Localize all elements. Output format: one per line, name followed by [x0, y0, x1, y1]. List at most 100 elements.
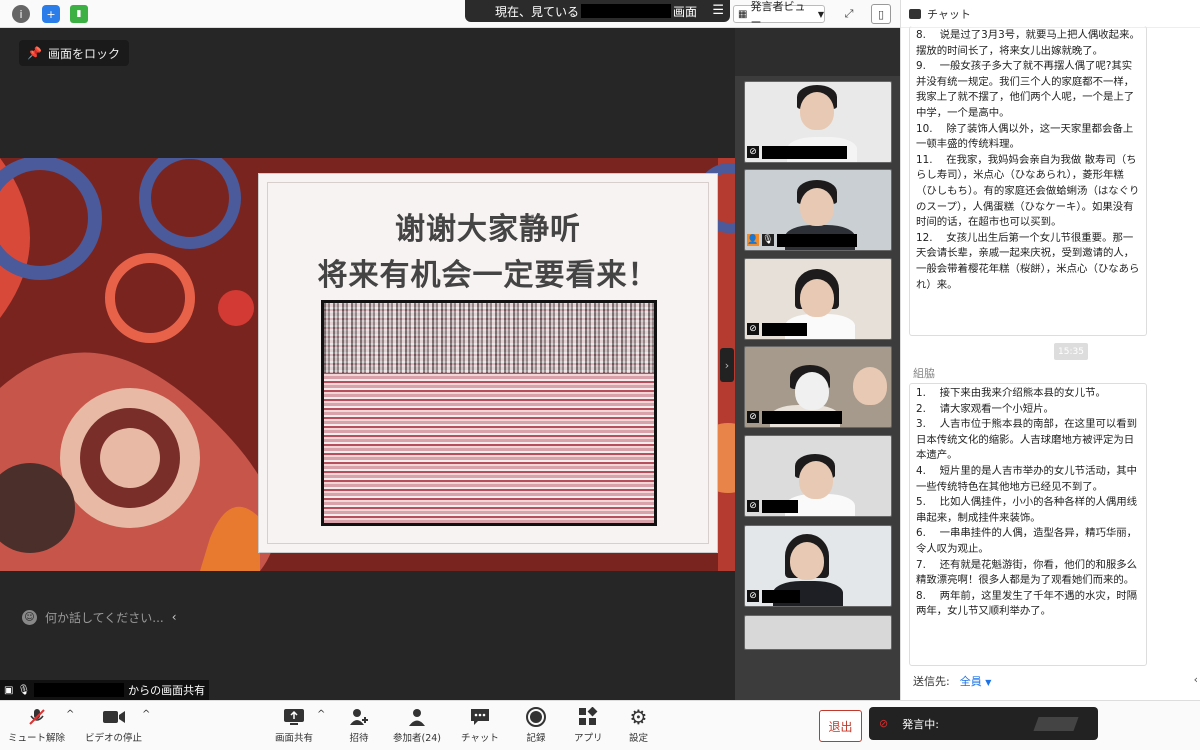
- chevron-left-icon[interactable]: ‹: [172, 610, 177, 624]
- participant-namebar: 👤 🎙: [747, 233, 857, 247]
- chat-message-line: 10. 除了装饰人偶以外，这一天家里都会备上一顿丰盛的传统料理。: [916, 122, 1134, 151]
- redacted-name: [34, 683, 125, 697]
- participant-namebar: ⊘: [747, 589, 800, 603]
- chat-input-placeholder: 何か話してください...: [45, 610, 164, 625]
- shared-slide: 谢谢大家静听 将来有机会一定要看来！: [0, 158, 735, 571]
- participant-face: [853, 367, 887, 405]
- participant-tile[interactable]: ⊘: [744, 346, 892, 428]
- chat-message-line: 2. 请大家观看一个小短片。: [916, 402, 1054, 415]
- chevron-up-icon[interactable]: ^: [142, 709, 150, 720]
- apps-button[interactable]: アプリ: [574, 707, 603, 744]
- viewing-prefix: 現在、見ている: [495, 4, 580, 19]
- participant-tile[interactable]: ⊘: [744, 81, 892, 163]
- chat-label: チャット: [461, 733, 499, 744]
- emoji-icon[interactable]: ☺: [22, 609, 37, 625]
- send-to-row: 送信先: 全員 ▼: [913, 673, 991, 689]
- chat-message-line: 9. 一般女孩子多大了就不再摆人偶了呢?其实并没有统一规定。我们三个人的家庭都不…: [916, 60, 1135, 119]
- speaking-indicator: ⊘ 発言中:: [869, 707, 1098, 740]
- send-to-target: 全員: [959, 675, 982, 688]
- chevron-up-icon[interactable]: ^: [66, 709, 74, 720]
- invite-button[interactable]: 招待: [348, 707, 370, 744]
- participants-label: 参加者(24): [393, 733, 442, 744]
- chat-message-line: 6. 一串串挂件的人偶，造型各异，精巧华丽，令人叹为观止。: [916, 527, 1138, 555]
- chat-icon: [469, 707, 491, 727]
- participant-face: [800, 92, 834, 130]
- expand-icon[interactable]: ‹: [1194, 673, 1198, 686]
- share-screen-button[interactable]: 画面共有: [275, 707, 313, 744]
- info-icon[interactable]: i: [12, 5, 30, 23]
- chevron-up-icon[interactable]: ^: [317, 709, 325, 720]
- leave-button[interactable]: 退出: [819, 710, 862, 742]
- redacted-name: [762, 410, 842, 424]
- participant-tile[interactable]: ⊘: [744, 525, 892, 607]
- menu-icon[interactable]: ☰: [712, 3, 724, 18]
- gallery-header: [735, 28, 900, 76]
- signal-icon[interactable]: ▮: [70, 5, 88, 23]
- chat-message: 1. 接下来由我来介绍熊本县的女儿节。 2. 请大家观看一个小短片。 3. 人吉…: [909, 383, 1147, 666]
- chat-message-line: 3. 人吉市位于熊本县的南部，在这里可以看到日本传统文化的缩影。人吉球磨地方被评…: [916, 418, 1138, 462]
- speaking-label: 発言中:: [902, 717, 939, 731]
- video-icon: [102, 707, 126, 727]
- invite-label: 招待: [349, 733, 369, 744]
- muted-mic-icon: ⊘: [747, 411, 759, 423]
- chat-message-line: 8. 说是过了3月3号，就要马上把人偶收起来。摆放的时间长了，将来女儿出嫁就晚了…: [916, 29, 1140, 57]
- stop-video-button[interactable]: ビデオの停止: [85, 707, 142, 744]
- shield-icon[interactable]: +: [42, 5, 60, 23]
- collapse-gallery-button[interactable]: ›: [720, 348, 734, 382]
- chat-message-line: 12. 女孩儿出生后第一个女儿节很重要。那一天会请长辈，亲戚一起来庆祝，受到邀请…: [916, 231, 1140, 291]
- lock-screen-label: 画面をロック: [47, 46, 120, 61]
- apps-icon: [577, 707, 599, 727]
- settings-label: 設定: [629, 733, 649, 744]
- send-to-select[interactable]: 全員 ▼: [960, 673, 992, 689]
- slide-title-line-1: 谢谢大家静听: [395, 212, 581, 247]
- muted-mic-icon: ⊘: [879, 717, 889, 730]
- record-button[interactable]: 記録: [525, 707, 547, 744]
- fullscreen-icon[interactable]: ⤢: [839, 4, 859, 24]
- shared-screen-area: 📌 画面をロック 谢谢大家静听 将来有机会一定要看来！ ↖ ☺ 何か話してくださ…: [0, 28, 735, 700]
- chat-input[interactable]: ☺ 何か話してください... ‹: [22, 606, 182, 628]
- unmute-button[interactable]: ミュート解除: [8, 707, 65, 744]
- chat-message-line: 7. 还有就是花魁游街，你看，他们的和服多么精致漂亮啊！很多人都是为了观看她们而…: [916, 558, 1138, 587]
- participant-gallery: ⊘ 👤 🎙 ⊘ ⊘ ⊘ ⊘: [735, 28, 900, 700]
- viewing-banner: 現在、見ている 画面 ☰: [465, 0, 730, 22]
- chat-button[interactable]: チャット: [461, 707, 499, 744]
- participant-tile[interactable]: [744, 615, 892, 650]
- gear-icon: ⚙: [629, 705, 648, 729]
- participant-face: [799, 461, 833, 499]
- participant-tile[interactable]: ⊘: [744, 258, 892, 340]
- slide-card: 谢谢大家静听 将来有机会一定要看来！: [258, 173, 718, 553]
- add-user-icon: [348, 707, 370, 727]
- chevron-down-icon: ▼: [817, 9, 824, 19]
- chat-message-line: 5. 比如人偶挂件，小小的各种各样的人偶用线串起来，制成挂件来装饰。: [916, 496, 1138, 524]
- panel-icon[interactable]: ▯: [871, 4, 891, 24]
- settings-button[interactable]: ⚙ 設定: [629, 705, 649, 744]
- participant-face: [800, 188, 834, 226]
- view-mode-label: 発言者ビュー: [750, 0, 806, 29]
- record-label: 記録: [526, 733, 546, 744]
- top-bar: i + ▮ 現在、見ている 画面 ☰ ▦ 発言者ビュー ▼ ⤢ ▯: [0, 0, 900, 29]
- participants-button[interactable]: 参加者(24): [393, 707, 441, 744]
- unmute-label: ミュート解除: [8, 733, 66, 744]
- redacted-name: [581, 4, 672, 18]
- redacted-name: [777, 233, 857, 247]
- muted-mic-icon: ⊘: [747, 323, 759, 335]
- pin-icon: 📌: [27, 46, 42, 60]
- chat-header: チャット: [901, 0, 1200, 28]
- participant-tile[interactable]: ⊘: [744, 435, 892, 517]
- chevron-down-icon: ▼: [985, 678, 992, 687]
- record-icon: [525, 707, 547, 727]
- view-mode-select[interactable]: ▦ 発言者ビュー ▼: [733, 0, 825, 29]
- participant-tile[interactable]: 👤 🎙: [744, 169, 892, 251]
- participant-face: [795, 372, 829, 410]
- share-source-label: ▣ 🎙 からの画面共有: [0, 680, 210, 700]
- lock-screen-button[interactable]: 📌 画面をロック: [19, 40, 129, 66]
- mic-icon: 🎙: [17, 684, 31, 696]
- muted-mic-icon: ⊘: [747, 500, 759, 512]
- chat-title: チャット: [927, 7, 971, 21]
- redacted-name: [762, 499, 798, 513]
- slide-photo: [321, 300, 657, 526]
- viewing-suffix: 画面: [673, 4, 698, 19]
- share-source-suffix: からの画面共有: [128, 684, 206, 697]
- participant-face: [800, 279, 834, 317]
- chat-message: 8. 说是过了3月3号，就要马上把人偶收起来。摆放的时间长了，将来女儿出嫁就晚了…: [909, 26, 1147, 336]
